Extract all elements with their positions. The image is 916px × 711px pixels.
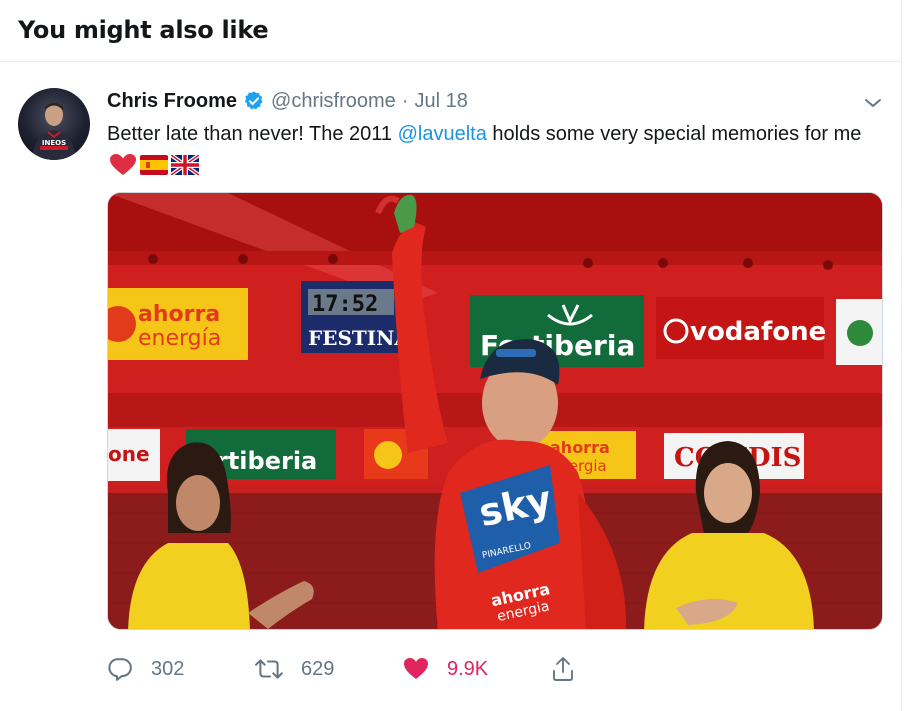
heart-filled-icon	[404, 658, 428, 679]
podium-photo: ahorra energía 17:52 FESTINA Fortiberia …	[108, 193, 882, 629]
author-avatar[interactable]: INEOS	[18, 88, 90, 160]
svg-text:one: one	[108, 442, 150, 466]
emoji-row	[109, 153, 199, 177]
red-heart-icon	[110, 153, 136, 175]
retweet-icon	[255, 659, 283, 679]
share-icon	[553, 657, 573, 681]
author-handle[interactable]: @chrisfroome	[271, 90, 396, 113]
spain-flag-icon	[140, 154, 168, 175]
uk-flag-icon	[171, 154, 199, 175]
retweet-button[interactable]: 629	[255, 654, 334, 684]
separator-dot: ·	[401, 89, 409, 112]
tweet-photo[interactable]: ahorra energía 17:52 FESTINA Fortiberia …	[107, 192, 883, 630]
share-button[interactable]	[551, 654, 593, 684]
tweet-header: Chris Froome @chrisfroome · Jul 18	[107, 88, 468, 114]
verified-badge-icon	[243, 90, 265, 112]
section-header: You might also like	[0, 0, 901, 62]
sign-energia: energía	[138, 326, 221, 351]
tweet-actions: 302 629 9.9K	[107, 654, 627, 684]
author-name[interactable]: Chris Froome	[107, 90, 237, 113]
like-button[interactable]: 9.9K	[403, 654, 488, 684]
tweet-date[interactable]: Jul 18	[414, 90, 467, 113]
sign-vodafone: vodafone	[690, 317, 826, 347]
reply-count: 302	[151, 657, 185, 680]
retweet-count: 629	[301, 657, 335, 680]
reply-button[interactable]: 302	[107, 654, 184, 684]
svg-text:rtiberia: rtiberia	[216, 447, 317, 475]
tweet-text: Better late than never! The 2011 @lavuel…	[107, 119, 897, 179]
tweet[interactable]: INEOS Chris Froome @chrisfroome · Jul 18	[0, 64, 901, 710]
chevron-down-icon[interactable]	[862, 92, 884, 114]
like-count: 9.9K	[447, 657, 489, 680]
tweet-text-start: Better late than never! The 2011	[107, 123, 398, 145]
mention-link[interactable]: @lavuelta	[398, 123, 487, 145]
reply-icon	[108, 658, 132, 681]
avatar-photo: INEOS	[32, 103, 76, 160]
svg-text:INEOS: INEOS	[42, 139, 66, 147]
timeline-panel: You might also like INEOS Chris Froome @…	[0, 0, 902, 711]
sign-ahorra: ahorra	[138, 302, 220, 327]
section-title: You might also like	[18, 16, 269, 44]
sign-festina: FESTINA	[308, 326, 410, 350]
tweet-text-end: holds some very special memories for me	[486, 123, 862, 145]
clock-display: 17:52	[312, 292, 378, 317]
